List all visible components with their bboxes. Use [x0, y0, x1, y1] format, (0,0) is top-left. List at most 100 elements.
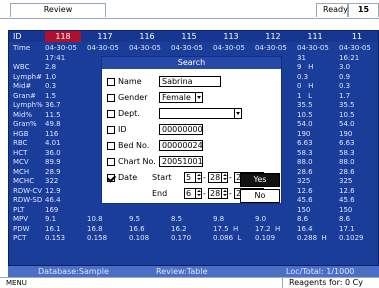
top-bar: Review Ready 15 [0, 0, 379, 19]
table-cell: 8.5 [171, 215, 183, 223]
table-cell: 0.170 [171, 234, 192, 242]
sample-id-116[interactable]: 116 [129, 31, 165, 42]
table-cell: 1.0 [45, 72, 57, 81]
start-day-spinner[interactable]: 28 [208, 172, 228, 183]
no-button[interactable]: No [240, 189, 280, 203]
row-label: RDW-CV [13, 186, 43, 195]
chart-label: Chart No. [118, 157, 156, 166]
chevron-down-icon [234, 109, 241, 118]
sample-id-113[interactable]: 113 [213, 31, 249, 42]
table-cell: 190 [339, 129, 353, 138]
date-separator: - [203, 189, 206, 198]
table-cell: 46.4 [45, 196, 61, 204]
row-label: PLT [13, 205, 25, 214]
row-label: RBC [13, 139, 28, 147]
table-cell: 12.9 [45, 186, 61, 195]
table-cell: 0.153 [45, 234, 66, 242]
review-tab[interactable]: Review [10, 3, 106, 17]
table-cell: 0 H [297, 82, 314, 90]
table-cell: 35.5 [297, 101, 313, 109]
table-cell: 58.3 [339, 148, 355, 157]
table-cell: 88.0 [339, 158, 355, 166]
spin-arrows-icon[interactable] [221, 189, 227, 198]
table-cell: 0.1029 [339, 234, 364, 242]
menu-button[interactable]: MENU [6, 279, 27, 287]
dept-checkbox[interactable] [107, 110, 115, 118]
table-cell: 17.5 H [213, 224, 239, 233]
date-checkbox[interactable] [107, 174, 115, 182]
table-cell: 04-30-05 [213, 44, 245, 52]
start-month-spinner[interactable]: 5 [184, 172, 202, 183]
row-label: Gran# [13, 91, 36, 100]
table-cell: 190 [297, 129, 311, 138]
end-month-spinner[interactable]: 6 [184, 188, 202, 199]
gender-value: Female [162, 93, 191, 102]
table-cell: 169 [45, 205, 59, 214]
spin-arrows-icon[interactable] [195, 189, 201, 198]
sample-id-118[interactable]: 118 [45, 31, 81, 42]
yes-button[interactable]: Yes [240, 173, 280, 187]
table-cell: 16.6 [129, 224, 145, 233]
table-cell: 35.5 [339, 101, 355, 109]
table-cell: 6.63 [339, 139, 355, 147]
count-indicator: 15 [348, 3, 379, 17]
bed-field[interactable]: 00000024 [159, 140, 203, 151]
start-label: Start [152, 173, 172, 182]
row-label: PCT [13, 234, 27, 242]
table-cell: 0.086 L [213, 234, 242, 242]
name-checkbox[interactable] [107, 78, 115, 86]
table-cell: 88.0 [297, 158, 313, 166]
row-label: RDW-SD [13, 196, 43, 204]
name-field[interactable]: Sabrina [159, 76, 221, 87]
table-cell: 17.1 [339, 224, 355, 233]
table-cell: 9.5 [129, 215, 141, 223]
search-dialog: Search Name Sabrina Gender Female Dept. … [101, 56, 282, 204]
table-cell: 325 [339, 177, 353, 185]
table-cell: 04-30-05 [45, 44, 77, 52]
id-checkbox[interactable] [107, 126, 115, 134]
row-label: HCT [13, 148, 28, 157]
status-bar: Database:Sample Review:Table Loc/Total: … [8, 266, 379, 277]
date-separator: - [229, 173, 232, 182]
table-cell: 04-30-05 [255, 44, 287, 52]
end-day-spinner[interactable]: 28 [208, 188, 228, 199]
spin-arrows-icon[interactable] [195, 173, 201, 182]
sample-id-112[interactable]: 112 [255, 31, 291, 42]
sample-id-115[interactable]: 115 [171, 31, 207, 42]
table-cell: 04-30-05 [297, 44, 329, 52]
gender-select[interactable]: Female [159, 92, 203, 103]
end-month-value: 6 [186, 189, 192, 198]
table-cell: 3.0 [339, 63, 351, 71]
name-label: Name [118, 77, 142, 86]
table-cell: 0.3 [339, 82, 351, 90]
row-label: Mid# [13, 82, 32, 90]
table-cell: 16.8 [87, 224, 103, 233]
chart-field[interactable]: 20051001 [159, 156, 203, 167]
row-label: WBC [13, 63, 30, 71]
table-cell: 0.3 [45, 82, 57, 90]
bed-checkbox[interactable] [107, 142, 115, 150]
sample-id-117[interactable]: 117 [87, 31, 123, 42]
id-field[interactable]: 00000000 [159, 124, 203, 135]
gender-checkbox[interactable] [107, 94, 115, 102]
table-cell: 0.3 [297, 72, 309, 81]
spin-arrows-icon[interactable] [221, 173, 227, 182]
table-cell: 10.5 [339, 110, 355, 119]
dept-select[interactable] [159, 108, 242, 119]
chevron-down-icon [195, 93, 202, 102]
row-label: Mid% [13, 110, 33, 119]
table-cell: 150 [339, 205, 353, 214]
table-cell: 12.6 [297, 186, 313, 195]
table-cell: 28.9 [45, 167, 61, 176]
sample-id-111[interactable]: 111 [297, 31, 333, 42]
table-cell: 16:21 [339, 53, 360, 62]
sample-id-110[interactable]: 11 [339, 31, 375, 42]
row-label: Time [13, 44, 31, 52]
end-label: End [152, 189, 168, 198]
loc-total-status: Loc/Total: 1/1000 [286, 267, 355, 276]
chart-checkbox[interactable] [107, 158, 115, 166]
table-cell: 28.6 [339, 167, 355, 176]
row-label: MPV [13, 215, 29, 223]
table-cell: 0.9 [339, 72, 351, 81]
table-cell: 49.8 [45, 120, 61, 128]
